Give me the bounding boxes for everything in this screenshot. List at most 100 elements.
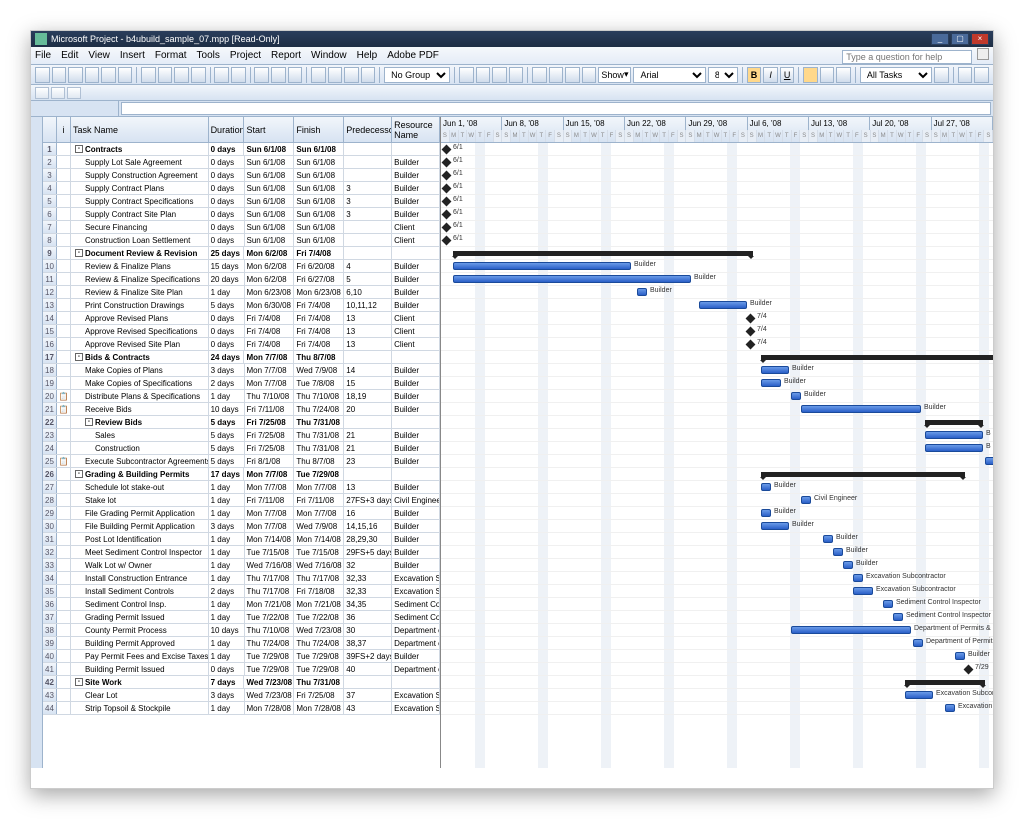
row-id[interactable]: 6 bbox=[43, 208, 57, 220]
titlebar[interactable]: Microsoft Project - b4ubuild_sample_07.m… bbox=[31, 31, 993, 47]
resource-cell[interactable]: Civil Engineer bbox=[392, 494, 440, 506]
task-name-cell[interactable]: Walk Lot w/ Owner bbox=[71, 559, 209, 571]
row-id[interactable]: 25 bbox=[43, 455, 57, 467]
start-cell[interactable]: Tue 7/29/08 bbox=[245, 650, 295, 662]
row-id[interactable]: 36 bbox=[43, 598, 57, 610]
italic-icon[interactable]: I bbox=[763, 67, 778, 83]
task-name-cell[interactable]: Meet Sediment Control Inspector bbox=[71, 546, 209, 558]
row-id[interactable]: 40 bbox=[43, 650, 57, 662]
task-bar[interactable] bbox=[791, 626, 911, 634]
duration-cell[interactable]: 1 day bbox=[209, 598, 245, 610]
gantt-row[interactable]: 6/1 bbox=[441, 195, 993, 208]
resource-cell[interactable] bbox=[392, 143, 440, 155]
gantt-row[interactable]: 7/4 bbox=[441, 338, 993, 351]
finish-cell[interactable]: Wed 7/23/08 bbox=[294, 624, 344, 636]
duration-cell[interactable]: 0 days bbox=[209, 325, 245, 337]
gantt-row[interactable]: Builder bbox=[441, 377, 993, 390]
finish-cell[interactable]: Tue 7/8/08 bbox=[294, 377, 344, 389]
start-cell[interactable]: Fri 7/4/08 bbox=[245, 325, 295, 337]
row-id[interactable]: 10 bbox=[43, 260, 57, 272]
task-name-cell[interactable]: Print Construction Drawings bbox=[71, 299, 209, 311]
row-id[interactable]: 34 bbox=[43, 572, 57, 584]
finish-cell[interactable]: Fri 6/27/08 bbox=[294, 273, 344, 285]
row-id[interactable]: 3 bbox=[43, 169, 57, 181]
finish-cell[interactable]: Thu 7/31/08 bbox=[294, 416, 344, 428]
group-select[interactable]: No Group bbox=[384, 67, 450, 83]
table-row[interactable]: 29File Grading Permit Application1 dayMo… bbox=[43, 507, 440, 520]
menu-view[interactable]: View bbox=[88, 50, 110, 61]
finish-cell[interactable]: Sun 6/1/08 bbox=[294, 143, 344, 155]
gantt-row[interactable]: Excavation Subcont bbox=[441, 689, 993, 702]
pred-cell[interactable]: 36 bbox=[344, 611, 392, 623]
maximize-button[interactable]: ▢ bbox=[951, 33, 969, 45]
task-name-cell[interactable]: Schedule lot stake-out bbox=[71, 481, 209, 493]
milestone-icon[interactable] bbox=[746, 327, 756, 337]
pdf-icon[interactable] bbox=[35, 87, 49, 99]
start-cell[interactable]: Mon 7/7/08 bbox=[245, 364, 295, 376]
col-resource[interactable]: Resource Name bbox=[392, 117, 440, 142]
row-id[interactable]: 17 bbox=[43, 351, 57, 363]
duration-cell[interactable]: 0 days bbox=[209, 208, 245, 220]
collapse-toggle[interactable]: - bbox=[85, 418, 93, 426]
collapse-toggle[interactable]: - bbox=[75, 145, 83, 153]
redo-icon[interactable] bbox=[231, 67, 246, 83]
notes-icon[interactable] bbox=[328, 67, 343, 83]
row-id[interactable]: 7 bbox=[43, 221, 57, 233]
resource-cell[interactable]: Department of F bbox=[392, 624, 440, 636]
task-name-cell[interactable]: -Grading & Building Permits bbox=[71, 468, 209, 480]
finish-cell[interactable]: Tue 7/22/08 bbox=[294, 611, 344, 623]
gantt-row[interactable] bbox=[441, 416, 993, 429]
task-name-cell[interactable]: Building Permit Approved bbox=[71, 637, 209, 649]
gantt-row[interactable]: Builder bbox=[441, 533, 993, 546]
milestone-icon[interactable] bbox=[442, 236, 452, 246]
link-icon[interactable] bbox=[254, 67, 269, 83]
start-cell[interactable]: Fri 7/25/08 bbox=[245, 429, 295, 441]
duration-cell[interactable]: 0 days bbox=[209, 663, 245, 675]
pred-cell[interactable]: 32,33 bbox=[344, 585, 392, 597]
underline-icon[interactable]: U bbox=[780, 67, 795, 83]
pred-cell[interactable]: 40 bbox=[344, 663, 392, 675]
task-name-cell[interactable]: Install Sediment Controls bbox=[71, 585, 209, 597]
task-bar[interactable] bbox=[761, 483, 771, 491]
duration-cell[interactable]: 5 days bbox=[209, 416, 245, 428]
minimize-button[interactable]: _ bbox=[931, 33, 949, 45]
table-row[interactable]: 3Supply Construction Agreement0 daysSun … bbox=[43, 169, 440, 182]
table-row[interactable]: 27Schedule lot stake-out1 dayMon 7/7/08M… bbox=[43, 481, 440, 494]
gantt-row[interactable] bbox=[441, 676, 993, 689]
task-name-cell[interactable]: Sales bbox=[71, 429, 209, 441]
collapse-toggle[interactable]: - bbox=[75, 678, 83, 686]
pred-cell[interactable]: 3 bbox=[344, 195, 392, 207]
pred-cell[interactable] bbox=[344, 234, 392, 246]
finish-cell[interactable]: Fri 7/4/08 bbox=[294, 299, 344, 311]
resource-cell[interactable]: Builder bbox=[392, 546, 440, 558]
task-name-cell[interactable]: Grading Permit Issued bbox=[71, 611, 209, 623]
finish-cell[interactable]: Sun 6/1/08 bbox=[294, 182, 344, 194]
row-id[interactable]: 32 bbox=[43, 546, 57, 558]
gantt-wizard-icon[interactable] bbox=[958, 67, 973, 83]
finish-cell[interactable]: Sun 6/1/08 bbox=[294, 195, 344, 207]
row-id[interactable]: 33 bbox=[43, 559, 57, 571]
gantt-row[interactable]: Builder bbox=[441, 260, 993, 273]
resource-cell[interactable]: Builder bbox=[392, 429, 440, 441]
task-bar[interactable] bbox=[761, 509, 771, 517]
pred-cell[interactable]: 13 bbox=[344, 481, 392, 493]
table-row[interactable]: 25📋Execute Subcontractor Agreements5 day… bbox=[43, 455, 440, 468]
start-cell[interactable]: Mon 7/7/08 bbox=[245, 377, 295, 389]
finish-cell[interactable]: Fri 7/4/08 bbox=[294, 338, 344, 350]
finish-cell[interactable]: Fri 7/4/08 bbox=[294, 247, 344, 259]
gantt-row[interactable]: Builder bbox=[441, 273, 993, 286]
row-id[interactable]: 2 bbox=[43, 156, 57, 168]
task-name-cell[interactable]: Supply Construction Agreement bbox=[71, 169, 209, 181]
open-icon[interactable] bbox=[52, 67, 67, 83]
table-row[interactable]: 20📋Distribute Plans & Specifications1 da… bbox=[43, 390, 440, 403]
finish-cell[interactable]: Thu 8/7/08 bbox=[294, 351, 344, 363]
duration-cell[interactable]: 10 days bbox=[209, 624, 245, 636]
row-id[interactable]: 18 bbox=[43, 364, 57, 376]
table-row[interactable]: 22-Review Bids5 daysFri 7/25/08Thu 7/31/… bbox=[43, 416, 440, 429]
finish-cell[interactable]: Wed 7/9/08 bbox=[294, 364, 344, 376]
print-icon[interactable] bbox=[85, 67, 100, 83]
pdf-review-icon[interactable] bbox=[67, 87, 81, 99]
finish-cell[interactable]: Mon 7/28/08 bbox=[294, 702, 344, 714]
col-finish[interactable]: Finish bbox=[294, 117, 344, 142]
table-row[interactable]: 38County Permit Process10 daysThu 7/10/0… bbox=[43, 624, 440, 637]
